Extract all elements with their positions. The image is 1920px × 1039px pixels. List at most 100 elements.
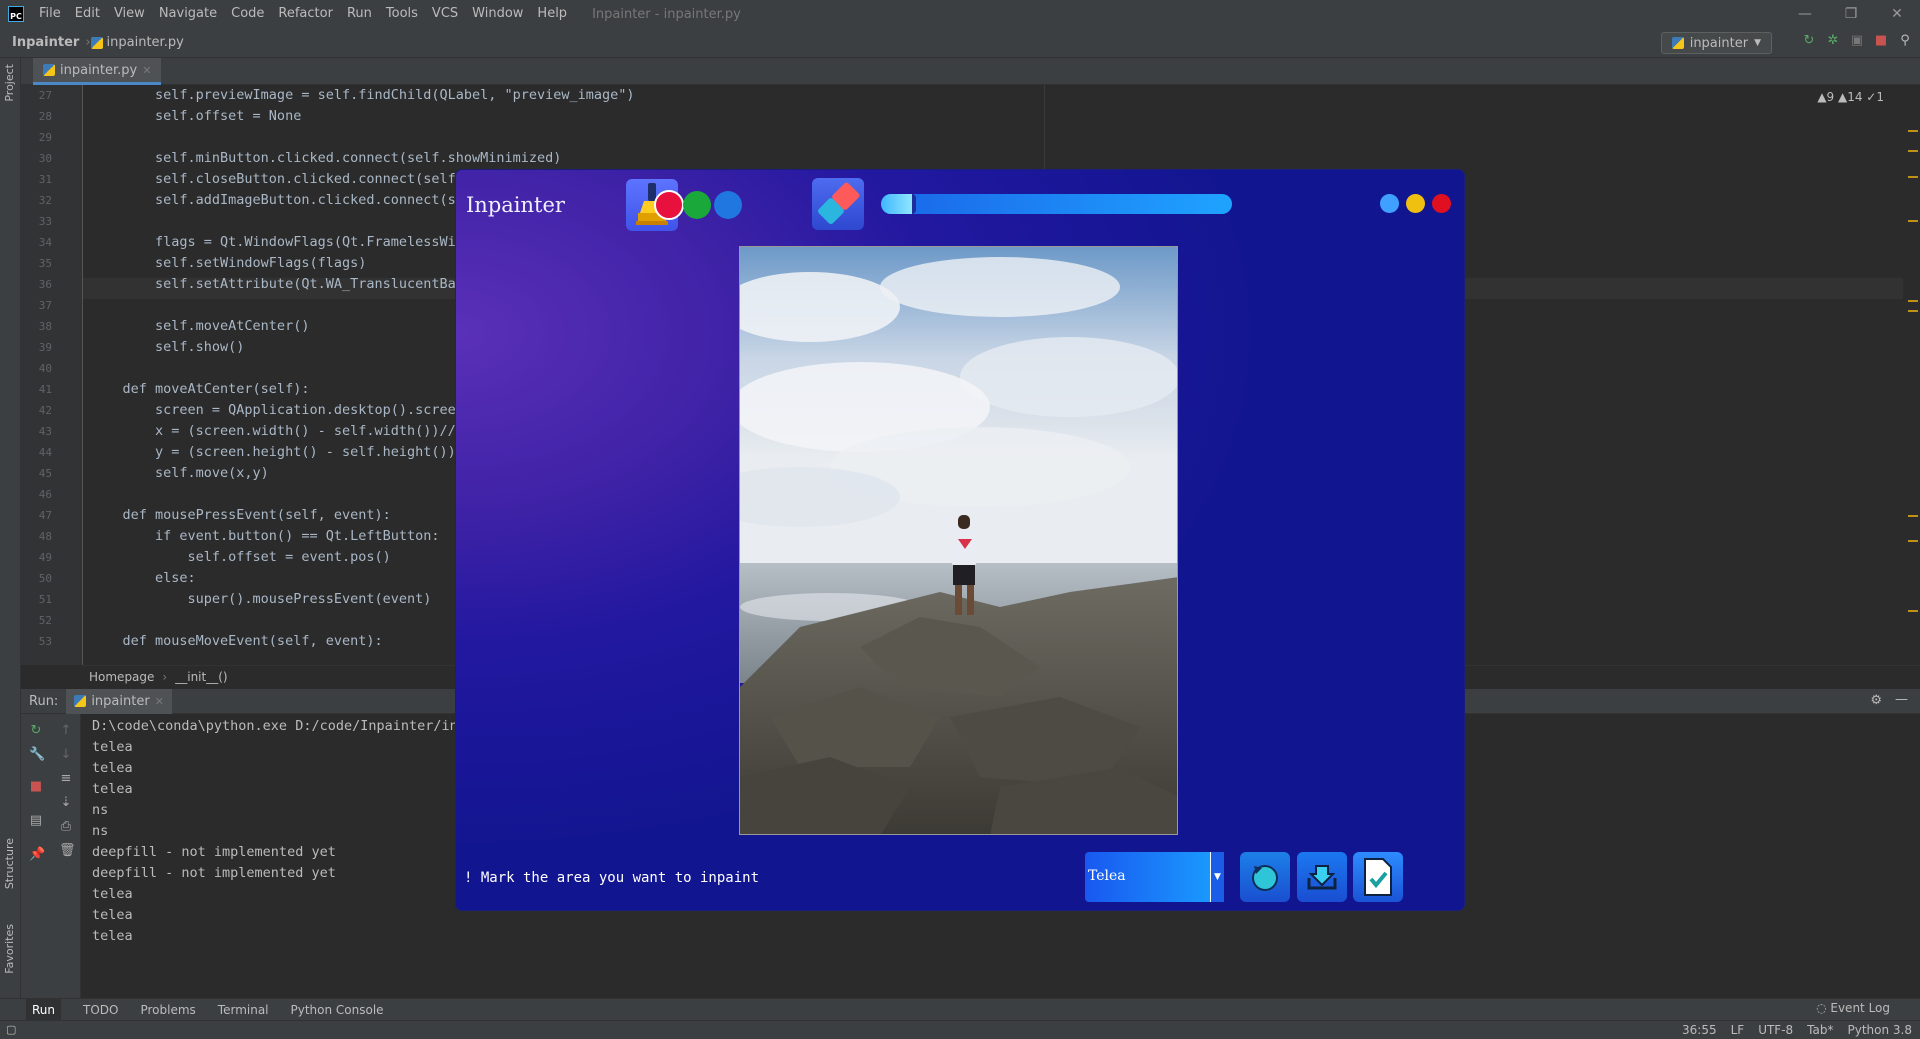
layout-icon[interactable]: ▤ xyxy=(29,814,43,828)
status-square-icon[interactable]: ▢ xyxy=(6,1023,16,1036)
eraser-tool-button[interactable] xyxy=(812,178,864,230)
minimize-button[interactable] xyxy=(1380,194,1399,213)
reset-icon xyxy=(1252,865,1278,891)
chevron-down-icon[interactable]: ▼ xyxy=(1210,852,1224,902)
code-line: self.setWindowFlags(flags) xyxy=(90,255,367,271)
rerun-icon[interactable]: ↻ xyxy=(29,724,43,738)
warning-mark[interactable] xyxy=(1908,150,1918,152)
menu-item-run[interactable]: Run xyxy=(340,0,379,28)
stop-icon[interactable]: ■ xyxy=(29,780,43,794)
maximize-button[interactable] xyxy=(1406,194,1425,213)
breadcrumb-method[interactable]: __init__() xyxy=(175,670,227,684)
coverage-icon[interactable]: ▣ xyxy=(1850,34,1864,48)
print-icon[interactable]: ⎙ xyxy=(59,820,73,834)
green-color-button[interactable] xyxy=(683,191,711,219)
tool-tab-python-console[interactable]: Python Console xyxy=(291,1003,384,1017)
pin-icon[interactable]: 📌 xyxy=(29,848,45,862)
menu-item-window[interactable]: Window xyxy=(465,0,530,28)
breadcrumb-class[interactable]: Homepage xyxy=(89,670,154,684)
line-number: 30 xyxy=(38,152,52,165)
close-tab-icon[interactable]: ✕ xyxy=(155,695,164,708)
warning-mark[interactable] xyxy=(1908,610,1918,612)
status-bar: ▢ 36:55 LF UTF-8 Tab* Python 3.8 xyxy=(0,1020,1920,1039)
tool-tab-problems[interactable]: Problems xyxy=(140,1003,195,1017)
pycharm-logo-icon: PC xyxy=(8,6,24,22)
window-title: Inpainter - inpainter.py xyxy=(592,6,741,22)
menu-item-navigate[interactable]: Navigate xyxy=(152,0,224,28)
minimize-icon[interactable]: — xyxy=(1782,0,1828,28)
menu-item-refactor[interactable]: Refactor xyxy=(271,0,340,28)
event-log-button[interactable]: ◌ Event Log xyxy=(1816,1001,1890,1015)
favorites-tool-tab[interactable]: Favorites xyxy=(3,924,16,974)
menu-item-code[interactable]: Code xyxy=(224,0,271,28)
menu-item-help[interactable]: Help xyxy=(530,0,574,28)
up-arrow-icon[interactable]: ↑ xyxy=(59,724,73,738)
brush-size-slider[interactable] xyxy=(881,194,1232,214)
method-select[interactable]: Telea ▼ xyxy=(1085,852,1224,902)
line-number: 29 xyxy=(38,131,52,144)
left-tool-strip: Project Structure Favorites xyxy=(0,58,21,998)
blue-color-button[interactable] xyxy=(714,191,742,219)
console-line: telea xyxy=(92,739,133,755)
line-number: 37 xyxy=(38,299,52,312)
tool-tab-todo[interactable]: TODO xyxy=(83,1003,118,1017)
wrench-icon[interactable]: 🔧 xyxy=(29,748,45,762)
menu-items: File Edit View Navigate Code Refactor Run Tools… xyxy=(32,0,574,28)
preview-image[interactable] xyxy=(739,246,1178,835)
file-crumb[interactable]: inpainter.py xyxy=(90,35,184,50)
close-tab-icon[interactable]: ✕ xyxy=(142,64,151,77)
menu-item-file[interactable]: File xyxy=(32,0,68,28)
status-item[interactable]: LF xyxy=(1731,1023,1745,1037)
status-item[interactable]: 36:55 xyxy=(1682,1023,1717,1037)
search-icon[interactable]: ⚲ xyxy=(1898,34,1912,48)
soft-wrap-icon[interactable]: ≡ xyxy=(59,772,73,786)
inspection-widget[interactable]: ▲9 ▲14 ✓1 xyxy=(1817,90,1884,104)
toolbar-icons: ↻ ✲ ▣ ■ ⚲ xyxy=(1802,34,1912,48)
run-toolbar: ↻ ↑ 🔧 ↓ ■ ≡ ⇣ ▤ ⎙ 🗑 📌 xyxy=(21,714,81,998)
save-button[interactable] xyxy=(1297,852,1347,902)
code-line: flags = Qt.WindowFlags(Qt.FramelessWind xyxy=(90,234,473,250)
down-arrow-icon[interactable]: ↓ xyxy=(59,748,73,762)
console-line: telea xyxy=(92,907,133,923)
menu-item-view[interactable]: View xyxy=(107,0,152,28)
apply-button[interactable] xyxy=(1353,852,1403,902)
status-item[interactable]: Tab* xyxy=(1807,1023,1833,1037)
stop-icon[interactable]: ■ xyxy=(1874,34,1888,48)
warning-mark[interactable] xyxy=(1908,540,1918,542)
run-tab[interactable]: inpainter ✕ xyxy=(66,688,172,714)
code-line: self.minButton.clicked.connect(self.show… xyxy=(90,150,562,166)
editor-tab[interactable]: inpainter.py ✕ xyxy=(33,58,162,85)
restore-icon[interactable]: ❐ xyxy=(1828,0,1874,28)
trash-icon[interactable]: 🗑 xyxy=(59,844,76,858)
close-button[interactable] xyxy=(1432,194,1451,213)
run-config-select[interactable]: inpainter ▼ xyxy=(1660,32,1772,54)
debug-icon[interactable]: ✲ xyxy=(1826,34,1840,48)
code-line: self.addImageButton.clicked.connect(sel xyxy=(90,192,473,208)
warning-mark[interactable] xyxy=(1908,300,1918,302)
tool-tab-terminal[interactable]: Terminal xyxy=(218,1003,269,1017)
warning-mark[interactable] xyxy=(1908,310,1918,312)
red-color-button[interactable] xyxy=(654,190,684,220)
menu-item-edit[interactable]: Edit xyxy=(68,0,107,28)
warning-mark[interactable] xyxy=(1908,130,1918,132)
structure-tool-tab[interactable]: Structure xyxy=(3,838,16,889)
status-item[interactable]: UTF-8 xyxy=(1758,1023,1793,1037)
tool-tab-run[interactable]: Run xyxy=(26,998,62,1021)
line-number: 28 xyxy=(38,110,52,123)
rerun-icon[interactable]: ↻ xyxy=(1802,34,1816,48)
hide-icon[interactable]: — xyxy=(1895,692,1908,707)
status-item[interactable]: Python 3.8 xyxy=(1848,1023,1913,1037)
python-icon xyxy=(74,695,87,707)
project-crumb[interactable]: Inpainter xyxy=(0,35,85,50)
project-tool-tab[interactable]: Project xyxy=(3,64,16,102)
gear-icon[interactable]: ⚙ xyxy=(1870,693,1882,708)
warning-mark[interactable] xyxy=(1908,515,1918,517)
warning-mark[interactable] xyxy=(1908,220,1918,222)
menu-item-tools[interactable]: Tools xyxy=(379,0,425,28)
run-config-label: inpainter xyxy=(1689,35,1749,51)
warning-mark[interactable] xyxy=(1908,176,1918,178)
menu-item-vcs[interactable]: VCS xyxy=(425,0,465,28)
reset-button[interactable] xyxy=(1240,852,1290,902)
scroll-to-end-icon[interactable]: ⇣ xyxy=(59,796,73,810)
close-icon[interactable]: ✕ xyxy=(1874,0,1920,28)
